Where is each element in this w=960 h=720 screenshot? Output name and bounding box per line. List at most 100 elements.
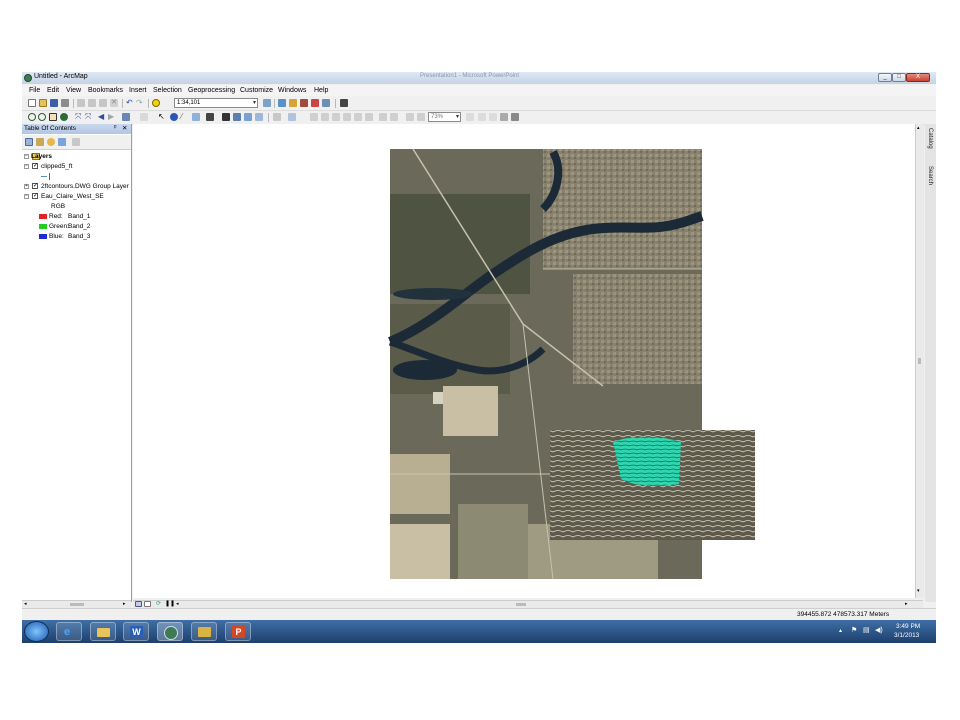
line-symbol-icon[interactable]	[41, 176, 47, 177]
start-orb-icon[interactable]	[24, 621, 49, 642]
table-of-contents-icon[interactable]	[278, 99, 286, 107]
scroll-left-icon[interactable]: ◂	[176, 601, 179, 607]
minimize-button[interactable]: _	[878, 73, 892, 82]
list-by-drawing-order-icon[interactable]	[25, 138, 33, 146]
editor-toolbar-icon[interactable]	[263, 99, 271, 107]
map-scale-combo[interactable]: 1:34,101 ▾	[174, 98, 258, 108]
go-forward-icon[interactable]: ▶	[108, 113, 116, 121]
save-icon[interactable]	[50, 99, 58, 107]
word-icon[interactable]: W	[123, 622, 149, 641]
layout-tool-icon[interactable]	[321, 113, 329, 121]
time-slider-icon[interactable]	[255, 113, 263, 121]
arctoolbox-icon[interactable]	[311, 99, 319, 107]
scroll-up-icon[interactable]: ▴	[917, 125, 920, 131]
scroll-thumb[interactable]	[70, 603, 84, 606]
redo-icon[interactable]: ↷	[136, 99, 144, 107]
list-by-source-icon[interactable]	[36, 138, 44, 146]
scroll-down-icon[interactable]: ▾	[917, 588, 920, 594]
search-window-icon[interactable]	[300, 99, 308, 107]
toc-options-icon[interactable]	[72, 138, 80, 146]
menu-insert[interactable]: Insert	[129, 87, 147, 94]
scroll-thumb[interactable]	[516, 603, 526, 606]
expand-icon[interactable]: +	[24, 184, 29, 189]
python-window-icon[interactable]	[322, 99, 330, 107]
layout-tool-icon[interactable]	[354, 113, 362, 121]
layout-tool-icon[interactable]	[478, 113, 486, 121]
delete-icon[interactable]: ✕	[110, 99, 118, 107]
menu-geoprocessing[interactable]: Geoprocessing	[188, 87, 235, 94]
catalog-window-icon[interactable]	[289, 99, 297, 107]
layout-tool-icon[interactable]	[343, 113, 351, 121]
map-display[interactable]	[133, 124, 918, 598]
undo-icon[interactable]: ↶	[126, 99, 134, 107]
menu-help[interactable]: Help	[314, 87, 328, 94]
internet-explorer-icon[interactable]: e	[56, 622, 82, 641]
paste-icon[interactable]	[99, 99, 107, 107]
action-center-flag-icon[interactable]: ⚑	[851, 626, 857, 634]
list-by-selection-icon[interactable]	[58, 138, 66, 146]
fixed-zoom-in-icon[interactable]: ⤧	[75, 113, 83, 121]
layout-tool-icon[interactable]	[500, 113, 508, 121]
select-features-icon[interactable]	[122, 113, 130, 121]
go-to-xy-icon[interactable]	[244, 113, 252, 121]
menu-bookmarks[interactable]: Bookmarks	[88, 87, 123, 94]
map-canvas[interactable]	[133, 124, 918, 598]
layout-tool-icon[interactable]	[417, 113, 425, 121]
model-builder-icon[interactable]	[340, 99, 348, 107]
line-symbol-icon[interactable]	[49, 173, 50, 180]
identify-icon[interactable]	[170, 113, 178, 121]
blue-swatch[interactable]	[39, 234, 47, 239]
scroll-right-icon[interactable]: ▸	[905, 601, 908, 607]
collapse-icon[interactable]: −	[24, 164, 29, 169]
close-button[interactable]: X	[906, 73, 930, 82]
scroll-left-icon[interactable]: ◂	[24, 601, 27, 607]
data-view-icon[interactable]	[135, 601, 142, 607]
arccatalog-icon[interactable]	[191, 622, 217, 641]
clear-selection-icon[interactable]	[140, 113, 148, 121]
select-elements-arrow-icon[interactable]: ↖	[158, 113, 166, 121]
open-folder-icon[interactable]	[39, 99, 47, 107]
menu-view[interactable]: View	[66, 87, 81, 94]
search-tab[interactable]: Search	[927, 166, 933, 185]
clock-time[interactable]: 3:49 PM	[896, 623, 920, 630]
show-hidden-icons[interactable]: ▴	[839, 627, 842, 634]
layout-tool-icon[interactable]	[511, 113, 519, 121]
zoom-out-icon[interactable]	[38, 113, 46, 121]
menu-edit[interactable]: Edit	[47, 87, 59, 94]
layer-visibility-checkbox[interactable]: ✓	[32, 183, 38, 189]
collapse-icon[interactable]: −	[24, 194, 29, 199]
layout-tool-icon[interactable]	[365, 113, 373, 121]
network-icon[interactable]: ▤	[863, 626, 870, 634]
arcmap-taskbar-icon[interactable]	[157, 622, 183, 641]
menu-file[interactable]: File	[29, 87, 40, 94]
layout-tool-icon[interactable]	[390, 113, 398, 121]
catalog-tab[interactable]: Catalog	[927, 128, 933, 149]
fixed-zoom-out-icon[interactable]: ⤧	[85, 113, 93, 121]
layout-zoom-combo[interactable]: 73% ▾	[428, 112, 461, 122]
layout-tool-icon[interactable]	[310, 113, 318, 121]
layer-visibility-checkbox[interactable]: ✓	[32, 163, 38, 169]
go-back-icon[interactable]: ◀	[98, 113, 106, 121]
create-viewer-icon[interactable]	[273, 113, 281, 121]
title-bar[interactable]: Untitled - ArcMap Presentation1 - Micros…	[22, 72, 936, 84]
volume-icon[interactable]: ◀)	[875, 626, 883, 634]
maximize-button[interactable]: □	[892, 73, 906, 82]
find-route-icon[interactable]	[233, 113, 241, 121]
menu-windows[interactable]: Windows	[278, 87, 306, 94]
menu-customize[interactable]: Customize	[240, 87, 273, 94]
scroll-right-icon[interactable]: ▸	[123, 601, 126, 607]
toc-close-icon[interactable]: ✕	[122, 124, 127, 132]
layout-tool-icon[interactable]	[466, 113, 474, 121]
layout-tool-icon[interactable]	[406, 113, 414, 121]
add-data-icon[interactable]	[152, 99, 160, 107]
html-popup-icon[interactable]	[192, 113, 200, 121]
map-vertical-scrollbar[interactable]: ▴ ▾	[915, 124, 924, 598]
measure-icon[interactable]	[206, 113, 214, 121]
find-binoculars-icon[interactable]	[222, 113, 230, 121]
copy-icon[interactable]	[88, 99, 96, 107]
green-swatch[interactable]	[39, 224, 47, 229]
layout-view-icon[interactable]	[144, 601, 151, 607]
layout-tool-icon[interactable]	[379, 113, 387, 121]
full-extent-icon[interactable]	[60, 113, 68, 121]
cut-icon[interactable]	[77, 99, 85, 107]
